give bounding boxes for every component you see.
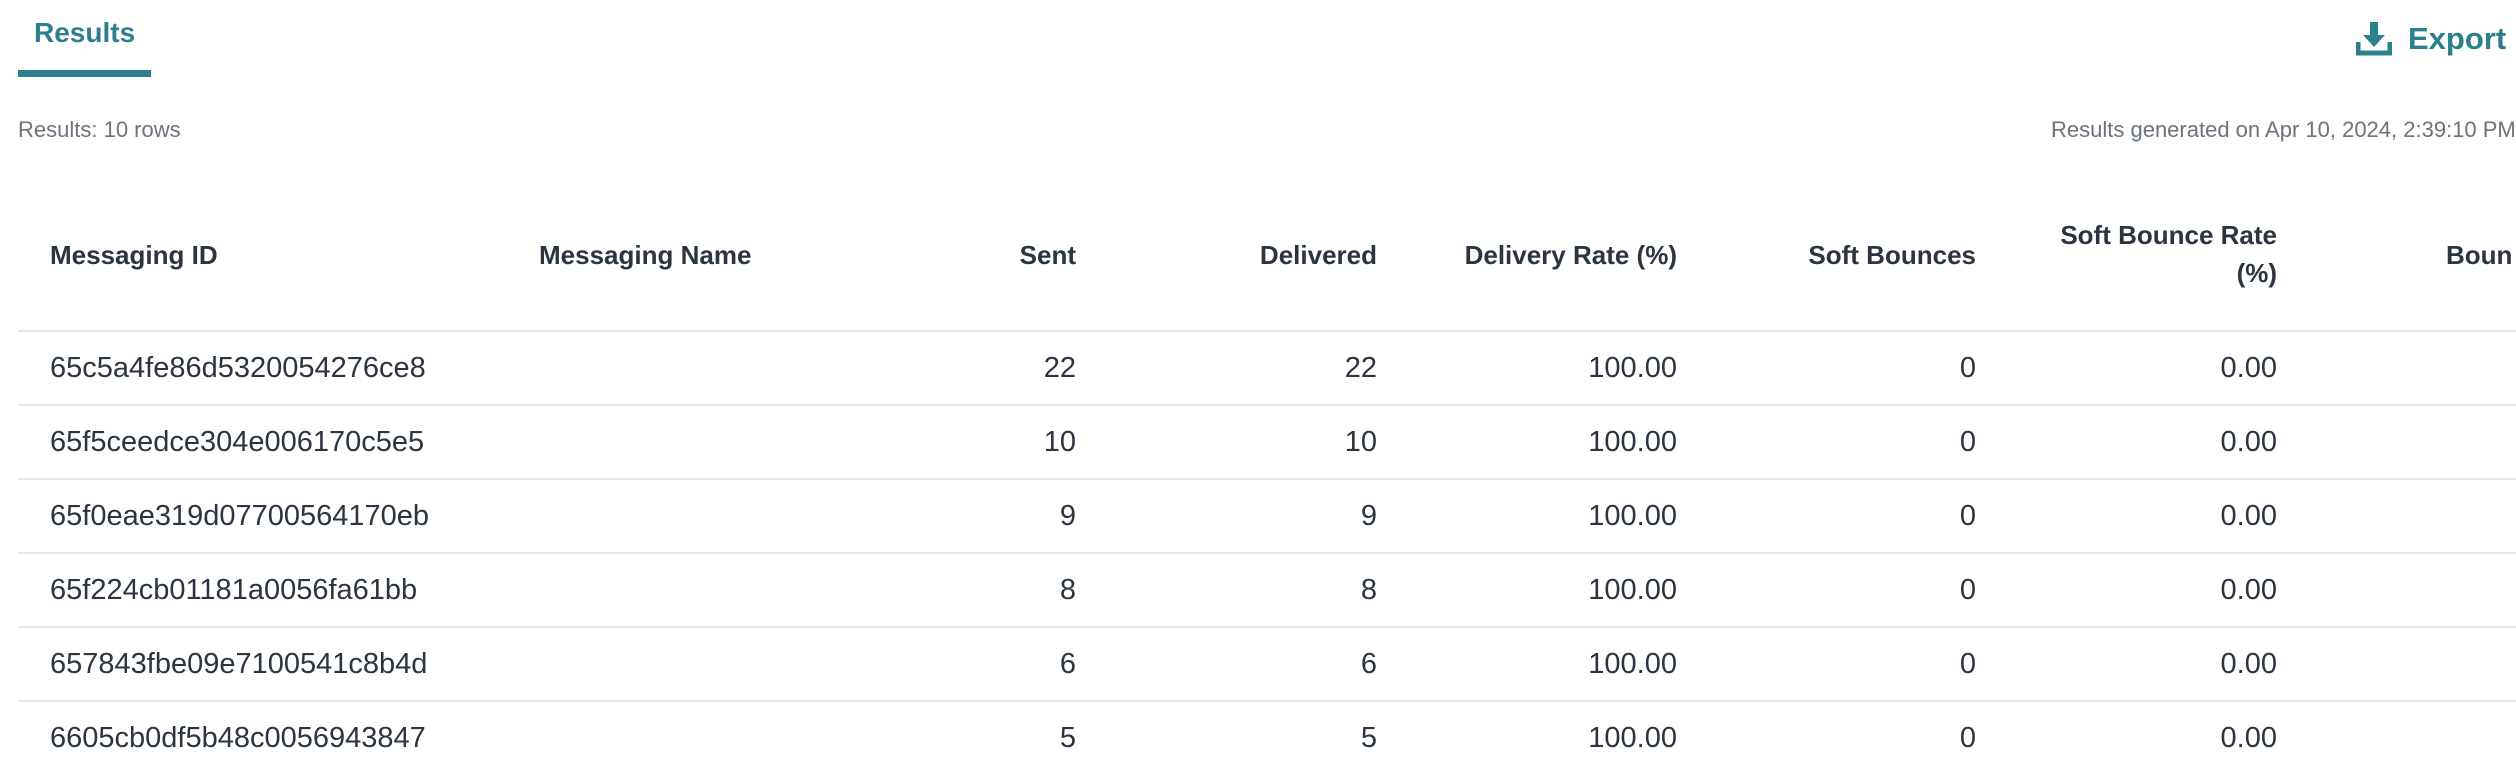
cell-soft-bounce-rate: 0.00 — [2220, 426, 2277, 458]
cell-sent: 5 — [1059, 722, 1076, 754]
cell-messaging-id: 65f224cb01181a0056fa61bb — [50, 574, 418, 606]
column-header-sent[interactable]: Sent — [1020, 236, 1076, 274]
cell-delivered: 8 — [1360, 574, 1377, 606]
column-header-bounces[interactable]: Boun — [2446, 236, 2512, 274]
cell-messaging-id: 6605cb0df5b48c0056943847 — [50, 722, 426, 754]
cell-delivery-rate: 100.00 — [1588, 722, 1677, 754]
table-row: 657843fbe09e7100541c8b4d 6 6 100.00 0 0.00 — [18, 628, 2516, 702]
table-row: 6605cb0df5b48c0056943847 5 5 100.00 0 0.00 — [18, 702, 2516, 768]
table-row: 65f5ceedce304e006170c5e5 10 10 100.00 0 0.00 — [18, 406, 2516, 480]
cell-messaging-id: 65c5a4fe86d5320054276ce8 — [50, 352, 426, 384]
row-count-text: Results: 10 rows — [18, 117, 181, 142]
cell-delivered: 6 — [1360, 648, 1377, 680]
cell-soft-bounces: 0 — [1959, 352, 1976, 384]
table-header-row: Messaging ID Messaging Name Sent Deliver… — [18, 180, 2516, 332]
cell-messaging-id: 65f0eae319d07700564170eb — [50, 500, 430, 532]
table-row: 65c5a4fe86d5320054276ce8 22 22 100.00 0 0.00 — [18, 332, 2516, 406]
cell-soft-bounces: 0 — [1959, 426, 1976, 458]
cell-sent: 22 — [1043, 352, 1076, 384]
cell-delivered: 22 — [1344, 352, 1377, 384]
column-header-soft-bounce-rate-line2: (%) — [2236, 258, 2277, 288]
export-label: Export — [2408, 21, 2507, 56]
cell-sent: 6 — [1059, 648, 1076, 680]
table-row: 65f224cb01181a0056fa61bb 8 8 100.00 0 0.00 — [18, 554, 2516, 628]
column-header-soft-bounces[interactable]: Soft Bounces — [1808, 236, 1976, 274]
export-button[interactable]: Export — [2355, 18, 2516, 58]
cell-sent: 10 — [1043, 426, 1076, 458]
cell-messaging-id: 657843fbe09e7100541c8b4d — [50, 648, 428, 680]
generated-timestamp: Results generated on Apr 10, 2024, 2:39:… — [2051, 117, 2516, 142]
column-header-soft-bounce-rate-line1: Soft Bounce Rate — [2060, 220, 2277, 250]
column-header-messaging-name[interactable]: Messaging Name — [539, 236, 751, 274]
cell-soft-bounce-rate: 0.00 — [2220, 500, 2277, 532]
cell-delivery-rate: 100.00 — [1588, 426, 1677, 458]
tab-results-label: Results — [34, 17, 136, 48]
cell-sent: 9 — [1059, 500, 1076, 532]
cell-soft-bounce-rate: 0.00 — [2220, 648, 2277, 680]
cell-soft-bounces: 0 — [1959, 722, 1976, 754]
cell-delivered: 9 — [1360, 500, 1377, 532]
cell-delivered: 5 — [1360, 722, 1377, 754]
results-page: Results Export Results: 10 rows Results … — [0, 0, 2516, 768]
column-header-messaging-id[interactable]: Messaging ID — [50, 236, 218, 274]
cell-delivery-rate: 100.00 — [1588, 648, 1677, 680]
cell-delivery-rate: 100.00 — [1588, 352, 1677, 384]
table-row: 65f0eae319d07700564170eb 9 9 100.00 0 0.00 — [18, 480, 2516, 554]
cell-soft-bounces: 0 — [1959, 500, 1976, 532]
cell-sent: 8 — [1059, 574, 1076, 606]
cell-delivery-rate: 100.00 — [1588, 574, 1677, 606]
cell-soft-bounces: 0 — [1959, 574, 1976, 606]
column-header-delivery-rate[interactable]: Delivery Rate (%) — [1465, 236, 1677, 274]
tab-results[interactable]: Results — [18, 0, 151, 78]
cell-soft-bounce-rate: 0.00 — [2220, 722, 2277, 754]
cell-messaging-id: 65f5ceedce304e006170c5e5 — [50, 426, 425, 458]
column-header-soft-bounce-rate[interactable]: Soft Bounce Rate (%) — [2060, 216, 2277, 292]
download-icon — [2355, 20, 2393, 56]
cell-delivered: 10 — [1344, 426, 1377, 458]
cell-soft-bounce-rate: 0.00 — [2220, 574, 2277, 606]
cell-soft-bounce-rate: 0.00 — [2220, 352, 2277, 384]
table-body: 65c5a4fe86d5320054276ce8 22 22 100.00 0 0.00 6… — [18, 332, 2516, 768]
cell-delivery-rate: 100.00 — [1588, 500, 1677, 532]
results-table: Messaging ID Messaging Name Sent Deliver… — [18, 180, 2516, 768]
cell-soft-bounces: 0 — [1959, 648, 1976, 680]
column-header-delivered[interactable]: Delivered — [1260, 236, 1377, 274]
tab-active-indicator — [18, 70, 151, 77]
